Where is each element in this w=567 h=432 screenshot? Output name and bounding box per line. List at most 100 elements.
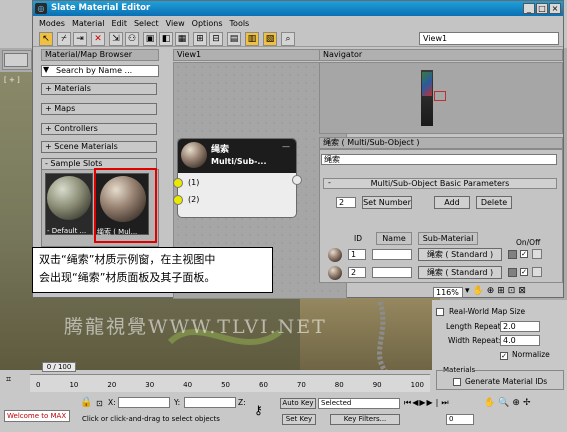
auto-key-button[interactable]: Auto Key <box>280 398 316 409</box>
max-select-dropdown[interactable] <box>4 53 28 67</box>
length-repeat-label: Length Repeat: <box>446 322 504 331</box>
parameter-editor: 绳索 Multi/Sub-Object Basic Parameters - 2… <box>319 149 563 283</box>
width-repeat-field[interactable]: 4.0 <box>500 335 540 346</box>
menu-item-material[interactable]: Material <box>72 19 105 28</box>
rollout-1[interactable]: + Maps <box>41 103 157 115</box>
highlight-box <box>94 168 157 243</box>
row-color-swatch[interactable] <box>508 250 517 259</box>
set-key-button[interactable]: Set Key <box>282 414 316 425</box>
row-sub-material-button[interactable]: 绳索 ( Standard ) <box>418 266 502 279</box>
set-number-field[interactable]: 2 <box>336 197 356 208</box>
material-name-field[interactable]: 绳索 <box>321 154 557 165</box>
realworld-checkbox[interactable] <box>436 308 444 318</box>
row-sub-material-button[interactable]: 绳索 ( Standard ) <box>418 248 502 261</box>
show-map-icon[interactable]: ◧ <box>159 32 173 46</box>
menu-item-tools[interactable]: Tools <box>230 19 250 28</box>
node-header: 绳索 Multi/Sub-... — <box>178 139 296 173</box>
mini-curve-icon[interactable]: ⌗ <box>6 375 11 385</box>
menu-item-options[interactable]: Options <box>192 19 223 28</box>
viewport-nav-icons[interactable]: ✋🔍⊕✢ <box>484 398 534 408</box>
maxscript-listener[interactable]: Welcome to MAX <box>4 410 70 422</box>
delete-button[interactable]: Delete <box>476 196 512 209</box>
add-button[interactable]: Add <box>434 196 470 209</box>
menu-item-select[interactable]: Select <box>134 19 159 28</box>
slot-label-default: - Default ... <box>47 227 87 235</box>
view-combo[interactable]: View1 <box>419 32 559 45</box>
select-tool-icon[interactable]: ↖ <box>39 32 53 46</box>
current-frame-field[interactable]: 0 <box>446 414 474 425</box>
input-port-2[interactable] <box>173 195 183 205</box>
minimize-button[interactable]: _ <box>523 3 535 14</box>
materials-group-label: Materials <box>443 366 476 374</box>
timeline-track[interactable]: 0 10 20 30 40 50 60 70 80 90 100 <box>30 374 430 392</box>
z-label: Z: <box>238 398 246 407</box>
rollout-0[interactable]: + Materials <box>41 83 157 95</box>
delete-icon[interactable]: ✕ <box>91 32 105 46</box>
material-id-icon[interactable]: ▤ <box>227 32 241 46</box>
timeline-tick: 80 <box>334 381 344 389</box>
key-filters-button[interactable]: Key Filters... <box>330 414 400 425</box>
select-by-material-icon[interactable]: ⌕ <box>281 32 295 46</box>
row-color-swatch[interactable] <box>508 268 517 277</box>
absolute-mode-icon[interactable]: ⊡ <box>96 399 103 408</box>
selected-dropdown[interactable]: Selected <box>318 398 400 409</box>
pick-material-icon[interactable]: ⌿ <box>57 32 71 46</box>
x-label: X: <box>108 398 116 407</box>
node-collapse-icon[interactable]: — <box>282 142 290 151</box>
material-node[interactable]: 绳索 Multi/Sub-... — (1) (2) <box>173 138 302 218</box>
timeline-tick: 50 <box>221 381 230 389</box>
col-id: ID <box>354 234 362 243</box>
menu-item-edit[interactable]: Edit <box>111 19 127 28</box>
sample-slot-default[interactable] <box>45 173 93 235</box>
maximize-button[interactable]: □ <box>536 3 548 14</box>
lock-icon[interactable]: 🔒 <box>80 397 92 408</box>
view-nav-icons[interactable]: ▾✋⊕⊞⊡⊠ <box>465 286 529 296</box>
input-port-1[interactable] <box>173 178 183 188</box>
navigator-toggle-icon[interactable]: ▥ <box>245 32 259 46</box>
app-icon: ◎ <box>35 3 47 14</box>
move-children-icon[interactable]: ⇲ <box>109 32 123 46</box>
parameter-editor-toggle-icon[interactable]: ▧ <box>263 32 277 46</box>
row-name[interactable] <box>372 267 412 278</box>
generate-ids-checkbox[interactable] <box>453 378 461 388</box>
navigator-view[interactable] <box>319 62 563 134</box>
assign-material-icon[interactable]: ⇥ <box>73 32 87 46</box>
menu-item-modes[interactable]: Modes <box>39 19 65 28</box>
row-select-button[interactable] <box>532 249 542 259</box>
length-repeat-field[interactable]: 2.0 <box>500 321 540 332</box>
search-input[interactable]: Search by Name ... <box>41 65 159 77</box>
row-sphere-icon <box>328 248 342 262</box>
menu-item-view[interactable]: View <box>166 19 185 28</box>
rollout-header[interactable]: Multi/Sub-Object Basic Parameters <box>323 178 557 189</box>
navigator-viewport-box[interactable] <box>434 91 446 101</box>
zoom-field[interactable]: 116% <box>433 287 463 298</box>
browser-options-icon[interactable]: ▼ <box>43 65 49 74</box>
row-id[interactable]: 1 <box>348 249 366 260</box>
show-background-icon[interactable]: ▦ <box>175 32 189 46</box>
x-field[interactable] <box>118 397 170 408</box>
time-slider[interactable]: 0 / 100 <box>42 362 76 372</box>
timeline-tick: 70 <box>296 381 306 389</box>
set-number-button[interactable]: Set Number <box>362 196 412 209</box>
show-shaded-icon[interactable]: ▣ <box>143 32 157 46</box>
y-field[interactable] <box>184 397 236 408</box>
row-name[interactable] <box>372 249 412 260</box>
key-icon[interactable]: ⚷ <box>254 403 263 417</box>
output-port[interactable] <box>292 175 302 185</box>
row-id[interactable]: 2 <box>348 267 366 278</box>
close-button[interactable]: × <box>549 3 561 14</box>
playback-controls[interactable]: ⏮◀▶▶❘⏭ <box>404 398 450 408</box>
normalize-checkbox[interactable]: ✓ <box>500 351 508 360</box>
row-select-button[interactable] <box>532 267 542 277</box>
rollout-3[interactable]: + Scene Materials <box>41 141 157 153</box>
rollout-collapse-icon[interactable]: - <box>328 178 331 187</box>
layout-all-icon[interactable]: ⊞ <box>193 32 207 46</box>
layout-children-icon[interactable]: ⊟ <box>209 32 223 46</box>
hide-unused-icon[interactable]: ⚇ <box>125 32 139 46</box>
rollout-2[interactable]: + Controllers <box>41 123 157 135</box>
row-onoff-checkbox[interactable]: ✓ <box>520 250 528 258</box>
row-onoff-checkbox[interactable]: ✓ <box>520 268 528 276</box>
col-name[interactable]: Name <box>376 232 412 245</box>
col-sub-material[interactable]: Sub-Material <box>418 232 478 245</box>
width-repeat-label: Width Repeat: <box>448 336 502 345</box>
